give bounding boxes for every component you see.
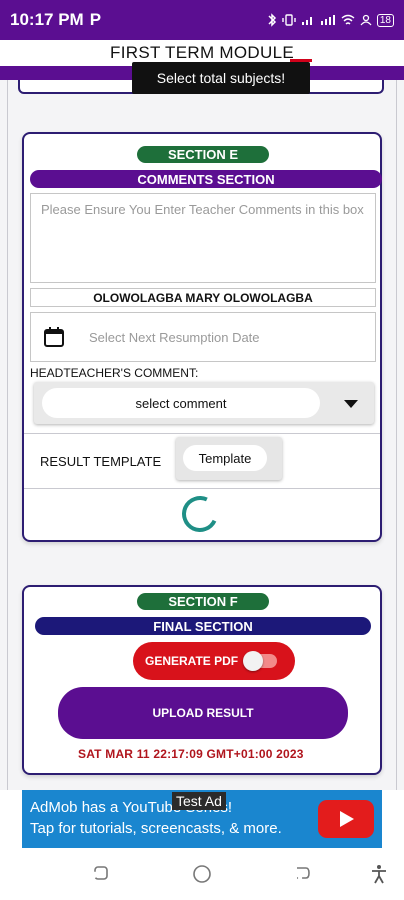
back-icon[interactable] (294, 864, 312, 882)
result-template-label: RESULT TEMPLATE (40, 454, 162, 469)
parking-notification-icon: P (89, 10, 102, 29)
divider (24, 433, 380, 434)
section-f-badge: SECTION F (137, 593, 269, 610)
calendar-icon (44, 327, 64, 347)
teacher-comment-input[interactable]: Please Ensure You Enter Teacher Comments… (30, 193, 376, 283)
recent-apps-icon[interactable] (92, 864, 110, 882)
accessibility-icon[interactable] (370, 864, 388, 884)
youtube-play-icon (318, 800, 374, 838)
wifi-icon (341, 14, 355, 25)
page-title: FIRST TERM MODULE (110, 43, 294, 62)
bluetooth-icon (268, 13, 276, 27)
status-time: 10:17 PM (10, 10, 84, 29)
signal-icon-2 (320, 15, 335, 25)
signal-icon (301, 17, 312, 25)
timestamp: SAT MAR 11 22:17:09 GMT+01:00 2023 (78, 747, 304, 761)
template-button-label: Template (183, 445, 267, 471)
comments-section-heading: COMMENTS SECTION (30, 170, 382, 188)
switch-knob (243, 651, 263, 671)
resumption-date-placeholder: Select Next Resumption Date (89, 329, 260, 345)
headteacher-comment-label: HEADTEACHER'S COMMENT: (30, 366, 199, 380)
test-ad-label: Test Ad (172, 792, 226, 810)
generate-pdf-toggle[interactable]: GENERATE PDF (133, 642, 295, 680)
divider-2 (24, 488, 380, 489)
resumption-date-field[interactable]: Select Next Resumption Date (30, 312, 376, 362)
final-section-heading: FINAL SECTION (35, 617, 371, 635)
system-nav-bar (0, 848, 404, 900)
status-bar: 10:17 PM P 18 (0, 0, 404, 40)
toast-message: Select total subjects! (132, 62, 310, 94)
generate-pdf-label: GENERATE PDF (145, 654, 239, 668)
section-f-card: SECTION F FINAL SECTION GENERATE PDF UPL… (22, 585, 382, 775)
loading-spinner (176, 490, 224, 538)
section-e-card: SECTION E COMMENTS SECTION Please Ensure… (22, 132, 382, 542)
vibrate-icon (282, 14, 296, 26)
section-e-badge: SECTION E (137, 146, 269, 163)
teacher-name: OLOWOLAGBA MARY OLOWOLAGBA (30, 288, 376, 307)
headteacher-comment-select[interactable]: select comment (34, 382, 374, 424)
template-button[interactable]: Template (176, 437, 282, 480)
scroll-content[interactable]: SECTION E COMMENTS SECTION Please Ensure… (0, 80, 404, 790)
battery-icon: 18 (376, 13, 394, 27)
home-icon[interactable] (192, 864, 212, 884)
dropdown-arrow-icon (344, 400, 358, 408)
headteacher-comment-value: select comment (42, 388, 320, 418)
upload-result-button[interactable]: UPLOAD RESULT (58, 687, 348, 739)
person-icon (360, 14, 372, 26)
status-icons: 18 (267, 13, 394, 27)
